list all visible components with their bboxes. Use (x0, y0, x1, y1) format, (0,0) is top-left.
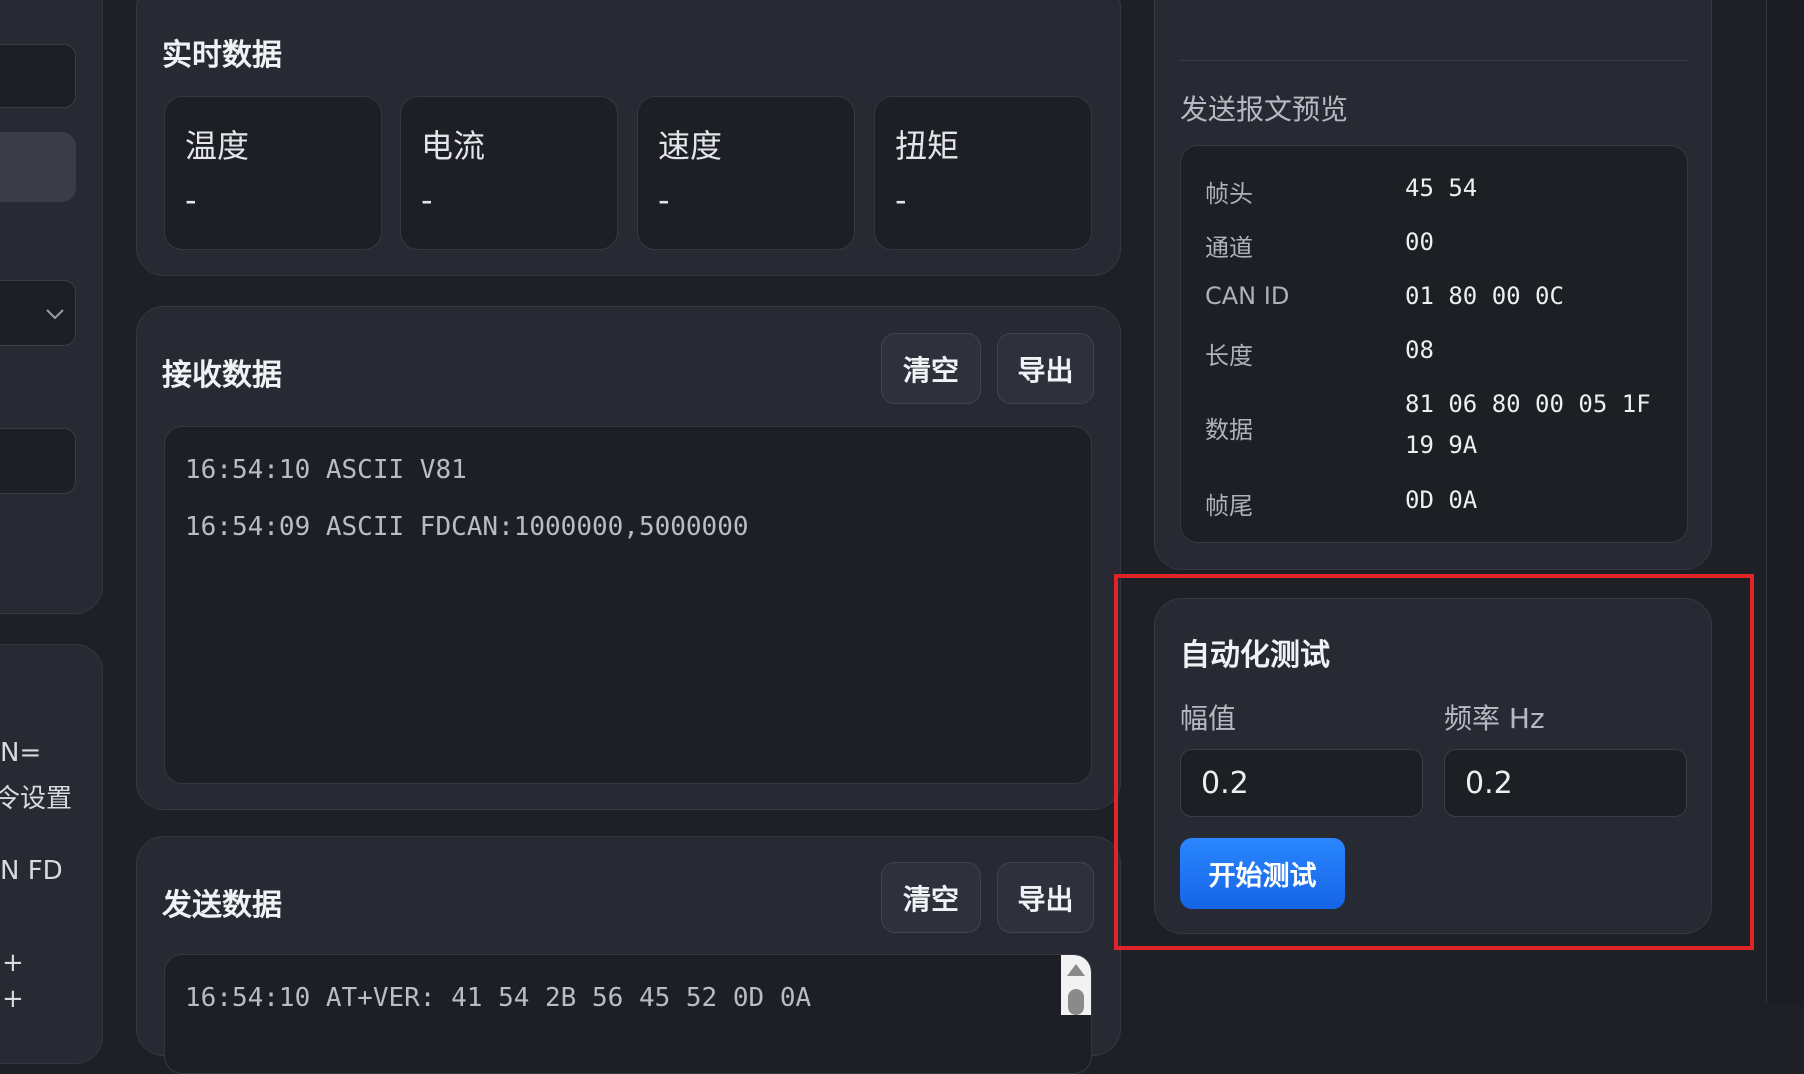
card-label: 温度 (185, 127, 250, 165)
left-fragment-2: 令设置 (0, 784, 73, 814)
left-fragment-3: N FD (0, 856, 63, 886)
card-label: 扭矩 (895, 127, 960, 165)
card-label: 电流 (421, 127, 486, 165)
frequency-label: 频率 Hz (1444, 702, 1545, 735)
card-value: - (421, 181, 433, 219)
start-test-button[interactable]: 开始测试 (1180, 838, 1345, 909)
realtime-title: 实时数据 (162, 38, 282, 73)
left-input-1[interactable] (0, 44, 76, 108)
send-clear-button[interactable]: 清空 (881, 862, 981, 933)
left-input-2[interactable] (0, 428, 76, 494)
receive-log[interactable]: 16:54:10 ASCII V81 16:54:09 ASCII FDCAN:… (164, 426, 1092, 784)
scrollbar[interactable] (1061, 955, 1091, 1015)
log-line: 16:54:09 ASCII FDCAN:1000000,5000000 (185, 512, 749, 542)
card-value: - (185, 181, 197, 219)
card-value: - (658, 181, 670, 219)
divider (1180, 60, 1688, 61)
realtime-card-current: 电流 - (400, 96, 618, 250)
realtime-card-temperature: 温度 - (164, 96, 382, 250)
preview-value: 01 80 00 0C (1405, 282, 1564, 310)
receive-title: 接收数据 (162, 358, 282, 393)
frequency-input[interactable]: 0.2 (1444, 749, 1687, 817)
preview-key: 帧尾 (1205, 492, 1253, 520)
amplitude-label: 幅值 (1180, 702, 1237, 735)
preview-key: CAN ID (1205, 282, 1290, 310)
preview-value: 81 06 80 00 05 1F (1405, 390, 1651, 418)
left-plus-2[interactable]: + (2, 984, 24, 1014)
amplitude-input[interactable]: 0.2 (1180, 749, 1423, 817)
send-title: 发送数据 (162, 888, 282, 923)
left-button-1[interactable] (0, 132, 76, 202)
send-export-button[interactable]: 导出 (997, 862, 1094, 933)
preview-value: 45 54 (1405, 174, 1478, 202)
preview-title: 发送报文预览 (1180, 93, 1349, 126)
page-scrollbar-track[interactable] (1766, 0, 1804, 1004)
left-select[interactable] (0, 280, 76, 346)
autotest-title: 自动化测试 (1180, 638, 1330, 673)
card-label: 速度 (658, 127, 723, 165)
left-fragment-1: N= (0, 738, 42, 768)
preview-key: 帧头 (1205, 180, 1253, 208)
preview-value: 0D 0A (1405, 486, 1478, 514)
card-value: - (895, 181, 907, 219)
preview-value: 08 (1405, 336, 1434, 364)
amplitude-value: 0.2 (1201, 766, 1249, 801)
log-line: 16:54:10 AT+VER: 41 54 2B 56 45 52 0D 0A (185, 983, 812, 1013)
receive-clear-button[interactable]: 清空 (881, 333, 981, 404)
realtime-card-speed: 速度 - (637, 96, 855, 250)
left-plus-1[interactable]: + (2, 948, 24, 978)
chevron-down-icon (46, 309, 64, 320)
preview-value-cont: 19 9A (1405, 431, 1478, 459)
preview-value: 00 (1405, 228, 1434, 256)
frequency-value: 0.2 (1465, 766, 1513, 801)
receive-export-button[interactable]: 导出 (997, 333, 1094, 404)
log-line: 16:54:10 ASCII V81 (185, 455, 467, 485)
preview-key: 数据 (1205, 416, 1253, 444)
realtime-card-torque: 扭矩 - (874, 96, 1092, 250)
preview-table: 帧头 45 54 通道 00 CAN ID 01 80 00 0C 长度 08 … (1180, 145, 1688, 543)
send-log[interactable]: 16:54:10 AT+VER: 41 54 2B 56 45 52 0D 0A (164, 954, 1092, 1074)
scroll-thumb[interactable] (1068, 989, 1084, 1015)
scroll-up-icon[interactable] (1066, 963, 1086, 977)
preview-key: 长度 (1205, 342, 1253, 370)
preview-key: 通道 (1205, 234, 1253, 262)
